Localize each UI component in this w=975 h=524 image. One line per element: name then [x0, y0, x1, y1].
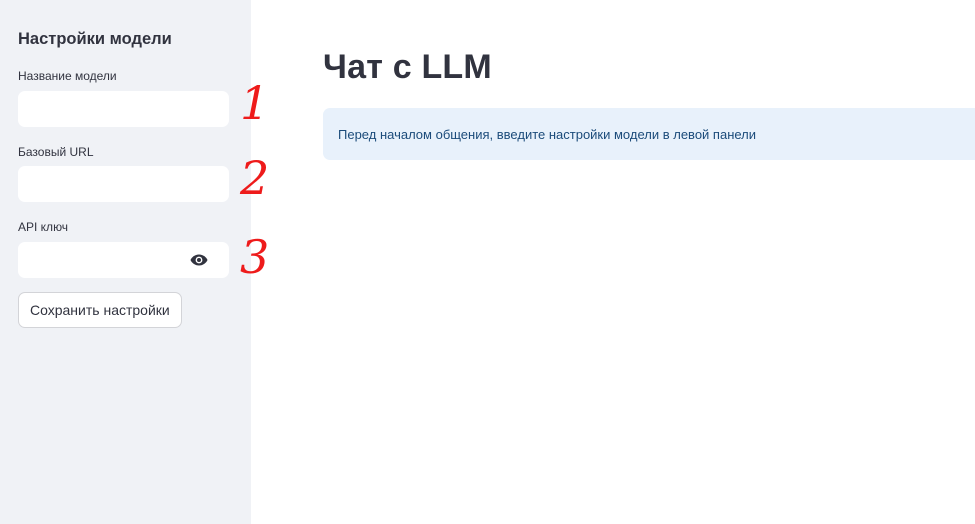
page-title: Чат с LLM [323, 48, 492, 86]
settings-sidebar: Настройки модели Название модели Базовый… [0, 0, 251, 524]
sidebar-title: Настройки модели [18, 30, 172, 48]
info-alert: Перед началом общения, введите настройки… [323, 108, 975, 160]
model-name-label: Название модели [18, 69, 117, 83]
api-key-label: API ключ [18, 220, 69, 234]
eye-icon[interactable] [186, 250, 212, 270]
annotation-3: 3 [240, 230, 270, 284]
base-url-input[interactable] [18, 166, 229, 202]
annotation-2: 2 [240, 151, 270, 205]
model-name-input[interactable] [18, 91, 229, 127]
app-window: Настройки модели Название модели Базовый… [0, 0, 975, 524]
save-settings-button[interactable]: Сохранить настройки [18, 292, 182, 328]
annotation-1: 1 [240, 76, 270, 130]
base-url-label: Базовый URL [18, 145, 94, 159]
info-alert-text: Перед началом общения, введите настройки… [338, 126, 757, 142]
